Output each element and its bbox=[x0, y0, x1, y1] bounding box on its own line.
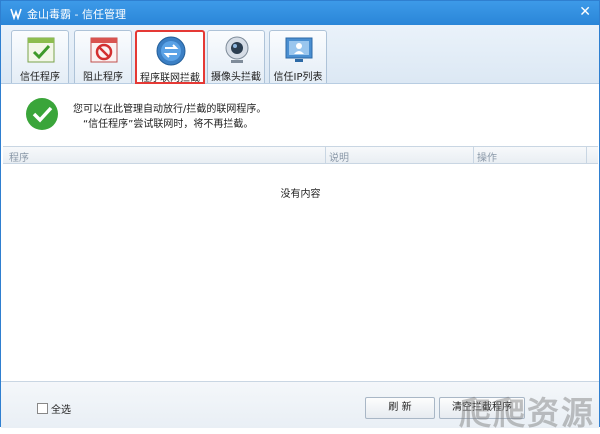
tab-webcam-intercept[interactable]: 摄像头拦截 bbox=[207, 30, 265, 83]
network-intercept-icon bbox=[156, 36, 186, 66]
tab-label: 信任IP列表 bbox=[273, 72, 323, 83]
tab-trusted-programs[interactable]: 信任程序 bbox=[11, 30, 69, 83]
tab-network-intercept[interactable]: 程序联网拦截 bbox=[135, 30, 205, 84]
blocked-program-icon bbox=[90, 37, 118, 63]
footer-bar: 全选 刷 新 清空拦截程序 爬爬资源 bbox=[1, 381, 599, 432]
program-table: 程序 说明 操作 没有内容 bbox=[3, 146, 598, 380]
info-text-line1: 您可以在此管理自动放行/拦截的联网程序。 bbox=[73, 104, 267, 115]
column-divider bbox=[325, 147, 326, 163]
tab-label: 信任程序 bbox=[20, 72, 60, 83]
tab-bar: 信任程序 阻止程序 程序联网拦截 摄像头拦截 信任IP列表 bbox=[1, 25, 599, 84]
title-bar: 金山毒霸 - 信任管理 ✕ bbox=[1, 1, 599, 25]
trusted-program-icon bbox=[27, 37, 55, 63]
column-divider bbox=[586, 147, 587, 163]
table-header: 程序 说明 操作 bbox=[3, 147, 598, 164]
tab-label: 程序联网拦截 bbox=[140, 73, 200, 84]
column-description[interactable]: 说明 bbox=[329, 149, 349, 164]
column-divider bbox=[473, 147, 474, 163]
select-all-label[interactable]: 全选 bbox=[51, 401, 71, 416]
kingsoft-logo-icon bbox=[10, 8, 22, 20]
tab-label: 阻止程序 bbox=[83, 72, 123, 83]
info-text-line2: “信任程序”尝试联网时，将不再拦截。 bbox=[83, 119, 254, 130]
refresh-button[interactable]: 刷 新 bbox=[365, 397, 435, 419]
checkmark-icon bbox=[26, 98, 58, 130]
select-all-checkbox[interactable] bbox=[37, 403, 48, 414]
watermark: 爬爬资源 bbox=[458, 394, 595, 432]
ip-list-icon bbox=[285, 37, 313, 62]
tab-trusted-ip-list[interactable]: 信任IP列表 bbox=[269, 30, 327, 83]
trust-management-window: 金山毒霸 - 信任管理 ✕ 信任程序 阻止程序 程序联网拦截 摄像头拦截 信任I… bbox=[0, 0, 600, 432]
column-action[interactable]: 操作 bbox=[477, 149, 497, 164]
empty-state-text: 没有内容 bbox=[280, 189, 321, 200]
close-icon[interactable]: ✕ bbox=[579, 4, 591, 20]
tab-label: 摄像头拦截 bbox=[211, 72, 261, 83]
tab-blocked-programs[interactable]: 阻止程序 bbox=[74, 30, 132, 83]
webcam-icon bbox=[225, 36, 249, 63]
column-program[interactable]: 程序 bbox=[9, 149, 29, 164]
window-title: 金山毒霸 - 信任管理 bbox=[27, 8, 126, 21]
